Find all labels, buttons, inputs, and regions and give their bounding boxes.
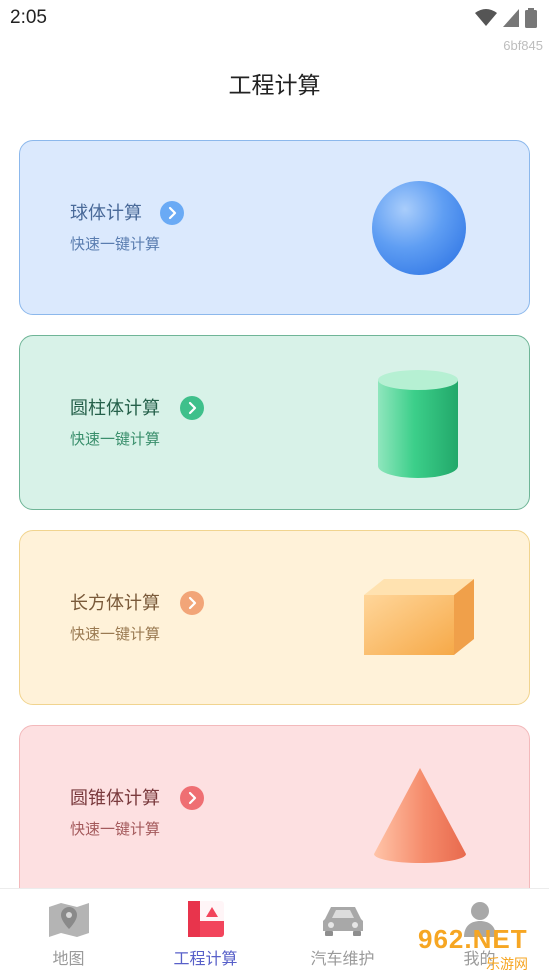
card-title: 长方体计算 bbox=[70, 593, 160, 614]
status-time: 2:05 bbox=[10, 7, 47, 28]
wifi-icon bbox=[475, 9, 497, 31]
watermark-main: 962.NET bbox=[418, 924, 528, 954]
cylinder-calc-card[interactable]: 圆柱体计算 快速一键计算 bbox=[19, 335, 530, 510]
chevron-right-icon bbox=[180, 591, 204, 615]
sphere-calc-card[interactable]: 球体计算 快速一键计算 bbox=[19, 140, 530, 315]
cuboid-icon bbox=[360, 577, 476, 663]
watermark-id: 6bf845 bbox=[503, 38, 543, 53]
status-bar: 2:05 bbox=[0, 0, 549, 36]
tab-car-maintenance[interactable]: 汽车维护 bbox=[274, 889, 411, 976]
cylinder-icon bbox=[376, 368, 460, 484]
card-subtitle: 快速一键计算 bbox=[70, 235, 161, 253]
chevron-right-icon bbox=[180, 786, 204, 810]
map-icon bbox=[47, 899, 91, 943]
page-title: 工程计算 bbox=[228, 73, 321, 99]
calculator-icon bbox=[186, 899, 226, 943]
cuboid-calc-card[interactable]: 长方体计算 快速一键计算 bbox=[19, 530, 530, 705]
tab-engineering-calc[interactable]: 工程计算 bbox=[137, 889, 274, 976]
car-icon bbox=[319, 899, 367, 943]
tab-map[interactable]: 地图 bbox=[0, 889, 137, 976]
card-subtitle: 快速一键计算 bbox=[70, 625, 161, 643]
tab-label: 汽车维护 bbox=[310, 949, 375, 968]
card-subtitle: 快速一键计算 bbox=[70, 430, 161, 448]
cone-icon bbox=[372, 766, 468, 870]
signal-icon bbox=[503, 9, 519, 31]
card-title: 球体计算 bbox=[70, 203, 142, 224]
watermark-sub: 乐游网 bbox=[486, 957, 528, 973]
chevron-right-icon bbox=[160, 201, 184, 225]
sphere-icon bbox=[370, 179, 468, 281]
tab-label: 工程计算 bbox=[173, 949, 238, 968]
status-icons bbox=[475, 8, 537, 32]
site-watermark-logo: 962.NET 乐游网 bbox=[414, 924, 546, 973]
card-subtitle: 快速一键计算 bbox=[70, 820, 161, 838]
chevron-right-icon bbox=[180, 396, 204, 420]
battery-icon bbox=[525, 8, 537, 32]
card-title: 圆锥体计算 bbox=[70, 788, 160, 809]
card-title: 圆柱体计算 bbox=[70, 398, 160, 419]
tab-label: 地图 bbox=[52, 949, 85, 968]
